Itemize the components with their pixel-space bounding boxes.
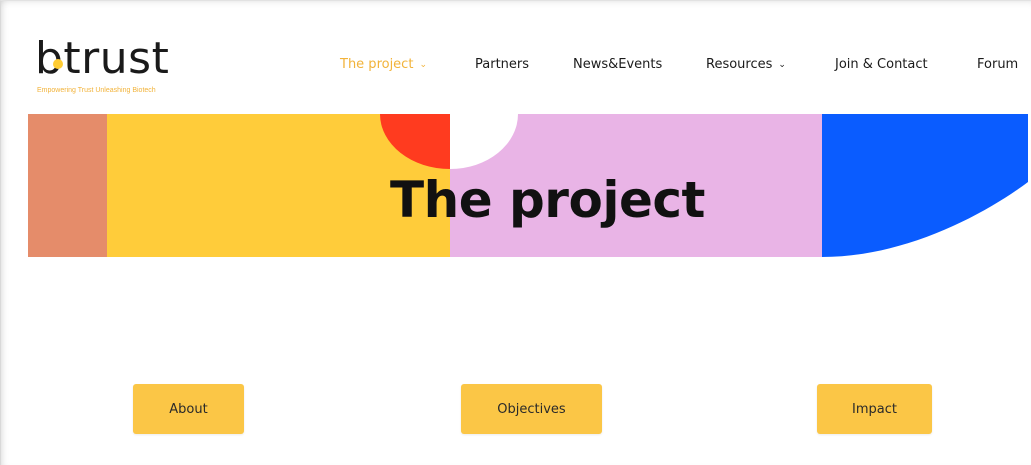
nav-item-label: Forum: [977, 57, 1019, 72]
impact-button[interactable]: Impact: [817, 384, 932, 434]
logo-tagline: Empowering Trust Unleashing Biotech: [37, 87, 156, 94]
nav-item-label: Partners: [475, 57, 530, 72]
page: btrust Empowering Trust Unleashing Biote…: [0, 0, 1031, 465]
main-navigation: The project ⌄ Partners News&Events Resour…: [1, 57, 1031, 81]
nav-item-resources[interactable]: Resources ⌄: [706, 57, 786, 72]
nav-item-label: The project: [340, 57, 414, 72]
objectives-button[interactable]: Objectives: [461, 384, 602, 434]
about-button[interactable]: About: [133, 384, 244, 434]
nav-item-forum[interactable]: Forum: [977, 57, 1018, 72]
nav-item-join-contact[interactable]: Join & Contact: [835, 57, 928, 72]
chevron-down-icon: ⌄: [419, 60, 427, 70]
banner-salmon-block: [28, 114, 107, 257]
nav-item-label: News&Events: [573, 57, 663, 72]
nav-item-partners[interactable]: Partners: [475, 57, 529, 72]
nav-item-label: Join & Contact: [835, 57, 928, 72]
nav-item-the-project[interactable]: The project ⌄: [340, 57, 427, 72]
page-title: The project: [390, 171, 705, 229]
nav-item-label: Resources: [706, 57, 773, 72]
chevron-down-icon: ⌄: [778, 60, 786, 70]
hero-banner: The project: [28, 114, 1028, 257]
nav-item-news-events[interactable]: News&Events: [573, 57, 662, 72]
